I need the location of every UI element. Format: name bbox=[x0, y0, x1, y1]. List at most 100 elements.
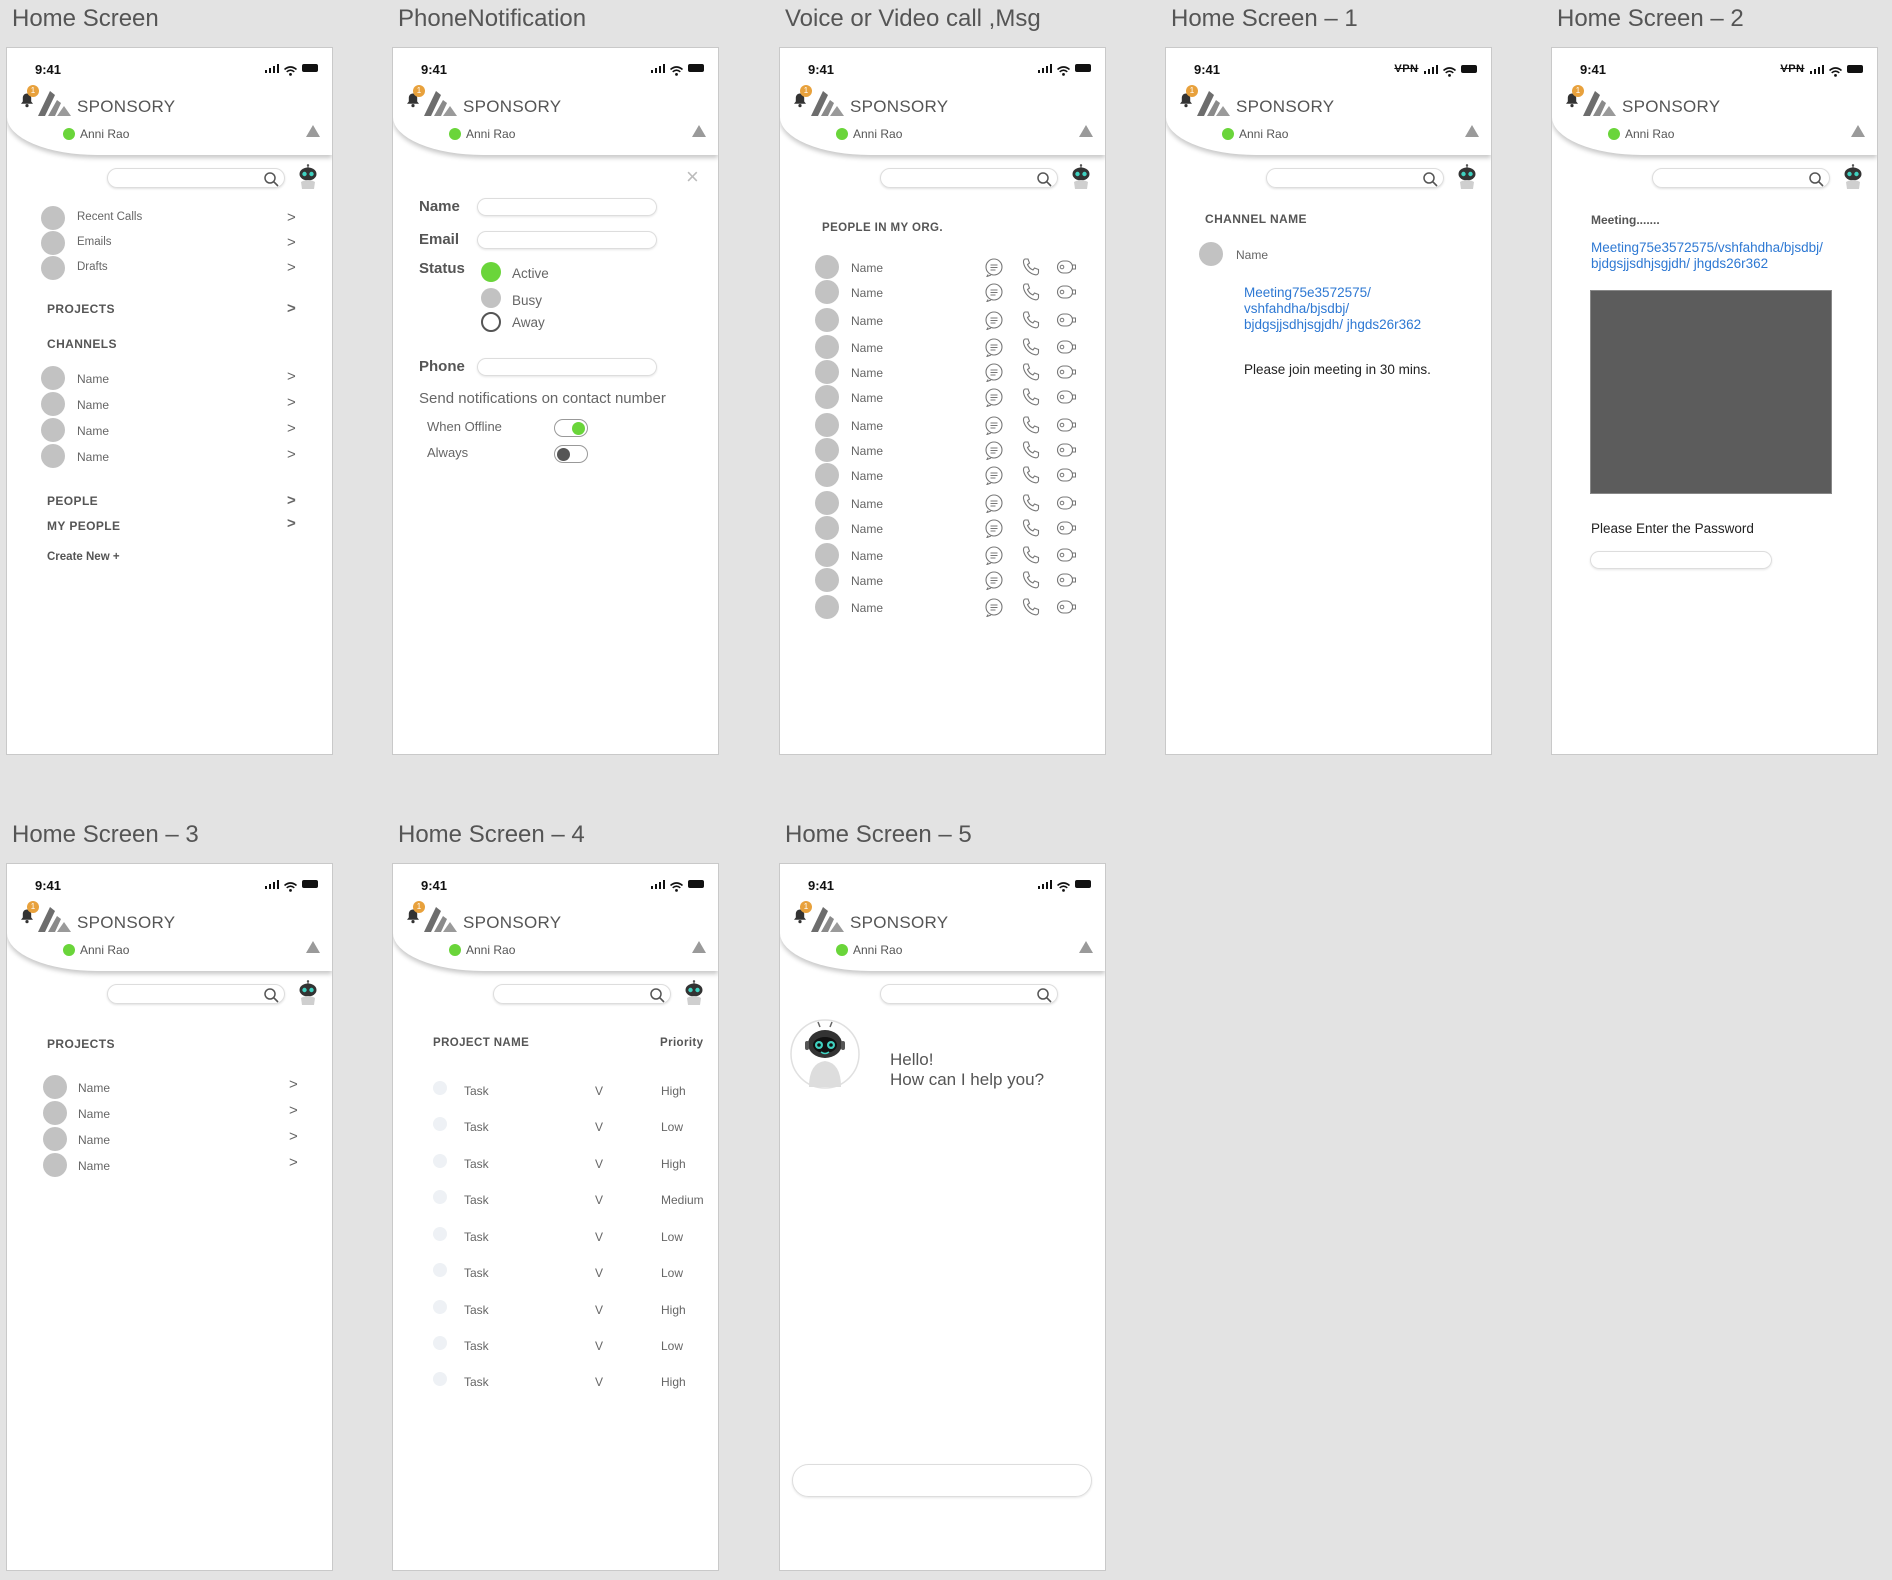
phone-call-icon[interactable] bbox=[1021, 337, 1041, 357]
chevron-icon[interactable]: > bbox=[287, 420, 296, 437]
chevron-icon[interactable]: > bbox=[287, 368, 296, 385]
video-call-icon[interactable] bbox=[1056, 337, 1076, 357]
section-my-people[interactable]: MY PEOPLE bbox=[47, 519, 120, 533]
chatbot-icon[interactable] bbox=[296, 980, 320, 1006]
task-name[interactable]: Task bbox=[464, 1266, 489, 1280]
meeting-link-line-1[interactable]: Meeting75e3572575/vshfahdha/bjsdbj/ bbox=[1591, 240, 1823, 256]
task-checkbox[interactable] bbox=[433, 1154, 447, 1168]
video-call-icon[interactable] bbox=[1056, 310, 1076, 330]
chevron-icon[interactable]: > bbox=[289, 1128, 298, 1145]
project-name[interactable]: Name bbox=[78, 1081, 110, 1095]
person-name[interactable]: Name bbox=[851, 314, 883, 328]
profile-menu-triangle-icon[interactable] bbox=[692, 941, 706, 953]
task-expand-icon[interactable]: V bbox=[595, 1375, 603, 1389]
name-field[interactable] bbox=[477, 198, 657, 216]
task-checkbox[interactable] bbox=[433, 1117, 447, 1131]
phone-call-icon[interactable] bbox=[1021, 597, 1041, 617]
phone-call-icon[interactable] bbox=[1021, 415, 1041, 435]
chevron-icon[interactable]: > bbox=[287, 234, 296, 251]
project-name[interactable]: Name bbox=[78, 1133, 110, 1147]
channel-name[interactable]: Name bbox=[77, 398, 109, 412]
create-new-button[interactable]: Create New + bbox=[47, 551, 120, 563]
task-name[interactable]: Task bbox=[464, 1375, 489, 1389]
person-name[interactable]: Name bbox=[851, 601, 883, 615]
search-icon[interactable] bbox=[1422, 171, 1438, 187]
person-name[interactable]: Name bbox=[851, 419, 883, 433]
task-checkbox[interactable] bbox=[433, 1263, 447, 1277]
chatbot-icon[interactable] bbox=[1455, 164, 1479, 190]
person-name[interactable]: Name bbox=[851, 522, 883, 536]
search-icon[interactable] bbox=[1036, 987, 1052, 1003]
password-field[interactable] bbox=[1590, 551, 1772, 569]
message-icon[interactable] bbox=[984, 310, 1004, 331]
message-icon[interactable] bbox=[984, 337, 1004, 358]
task-checkbox[interactable] bbox=[433, 1227, 447, 1241]
meeting-link-line-3[interactable]: bjdgsjjsdhjsgjdh/ jhgds26r362 bbox=[1244, 317, 1421, 333]
phone-call-icon[interactable] bbox=[1021, 440, 1041, 460]
task-name[interactable]: Task bbox=[464, 1230, 489, 1244]
always-toggle[interactable] bbox=[554, 445, 588, 463]
person-name[interactable]: Name bbox=[851, 549, 883, 563]
phone-call-icon[interactable] bbox=[1021, 545, 1041, 565]
chatbot-icon[interactable] bbox=[1841, 164, 1865, 190]
section-people[interactable]: PEOPLE bbox=[47, 494, 98, 508]
search-input[interactable] bbox=[107, 984, 285, 1004]
chevron-icon[interactable]: > bbox=[287, 394, 296, 411]
search-icon[interactable] bbox=[263, 987, 279, 1003]
member-name[interactable]: Name bbox=[1236, 248, 1268, 262]
search-icon[interactable] bbox=[263, 171, 279, 187]
quick-link-label[interactable]: Drafts bbox=[77, 261, 108, 273]
task-checkbox[interactable] bbox=[433, 1300, 447, 1314]
phone-call-icon[interactable] bbox=[1021, 310, 1041, 330]
person-name[interactable]: Name bbox=[851, 469, 883, 483]
video-call-icon[interactable] bbox=[1056, 415, 1076, 435]
person-name[interactable]: Name bbox=[851, 391, 883, 405]
search-input[interactable] bbox=[493, 984, 671, 1004]
video-call-icon[interactable] bbox=[1056, 282, 1076, 302]
video-call-icon[interactable] bbox=[1056, 440, 1076, 460]
search-icon[interactable] bbox=[649, 987, 665, 1003]
meeting-link-line-2[interactable]: vshfahdha/bjsdbj/ bbox=[1244, 301, 1349, 317]
status-active-radio[interactable] bbox=[481, 262, 501, 282]
when-offline-toggle[interactable] bbox=[554, 419, 588, 437]
chevron-icon[interactable]: > bbox=[287, 515, 296, 532]
message-icon[interactable] bbox=[984, 597, 1004, 618]
profile-menu-triangle-icon[interactable] bbox=[1079, 941, 1093, 953]
profile-menu-triangle-icon[interactable] bbox=[1851, 125, 1865, 137]
status-busy-radio[interactable] bbox=[481, 288, 501, 308]
search-icon[interactable] bbox=[1808, 171, 1824, 187]
search-icon[interactable] bbox=[1036, 171, 1052, 187]
phone-call-icon[interactable] bbox=[1021, 387, 1041, 407]
chevron-icon[interactable]: > bbox=[287, 259, 296, 276]
search-input[interactable] bbox=[880, 168, 1058, 188]
phone-call-icon[interactable] bbox=[1021, 518, 1041, 538]
person-name[interactable]: Name bbox=[851, 497, 883, 511]
person-name[interactable]: Name bbox=[851, 261, 883, 275]
quick-link-label[interactable]: Recent Calls bbox=[77, 211, 142, 223]
chevron-icon[interactable]: > bbox=[289, 1076, 298, 1093]
chevron-icon[interactable]: > bbox=[287, 209, 296, 226]
chatbot-icon[interactable] bbox=[682, 980, 706, 1006]
meeting-link-line-1[interactable]: Meeting75e3572575/ bbox=[1244, 285, 1371, 301]
task-name[interactable]: Task bbox=[464, 1120, 489, 1134]
task-checkbox[interactable] bbox=[433, 1081, 447, 1095]
person-name[interactable]: Name bbox=[851, 366, 883, 380]
section-projects[interactable]: PROJECTS bbox=[47, 302, 115, 316]
meeting-link-line-2[interactable]: bjdgsjjsdhjsgjdh/ jhgds26r362 bbox=[1591, 256, 1768, 272]
phone-call-icon[interactable] bbox=[1021, 282, 1041, 302]
video-call-icon[interactable] bbox=[1056, 518, 1076, 538]
person-name[interactable]: Name bbox=[851, 574, 883, 588]
phone-call-icon[interactable] bbox=[1021, 362, 1041, 382]
message-icon[interactable] bbox=[984, 387, 1004, 408]
task-expand-icon[interactable]: V bbox=[595, 1266, 603, 1280]
message-icon[interactable] bbox=[984, 570, 1004, 591]
task-name[interactable]: Task bbox=[464, 1339, 489, 1353]
profile-menu-triangle-icon[interactable] bbox=[1465, 125, 1479, 137]
task-checkbox[interactable] bbox=[433, 1336, 447, 1350]
task-checkbox[interactable] bbox=[433, 1190, 447, 1204]
quick-link-label[interactable]: Emails bbox=[77, 236, 112, 248]
phone-call-icon[interactable] bbox=[1021, 465, 1041, 485]
video-call-icon[interactable] bbox=[1056, 362, 1076, 382]
chevron-icon[interactable]: > bbox=[289, 1154, 298, 1171]
video-call-icon[interactable] bbox=[1056, 465, 1076, 485]
